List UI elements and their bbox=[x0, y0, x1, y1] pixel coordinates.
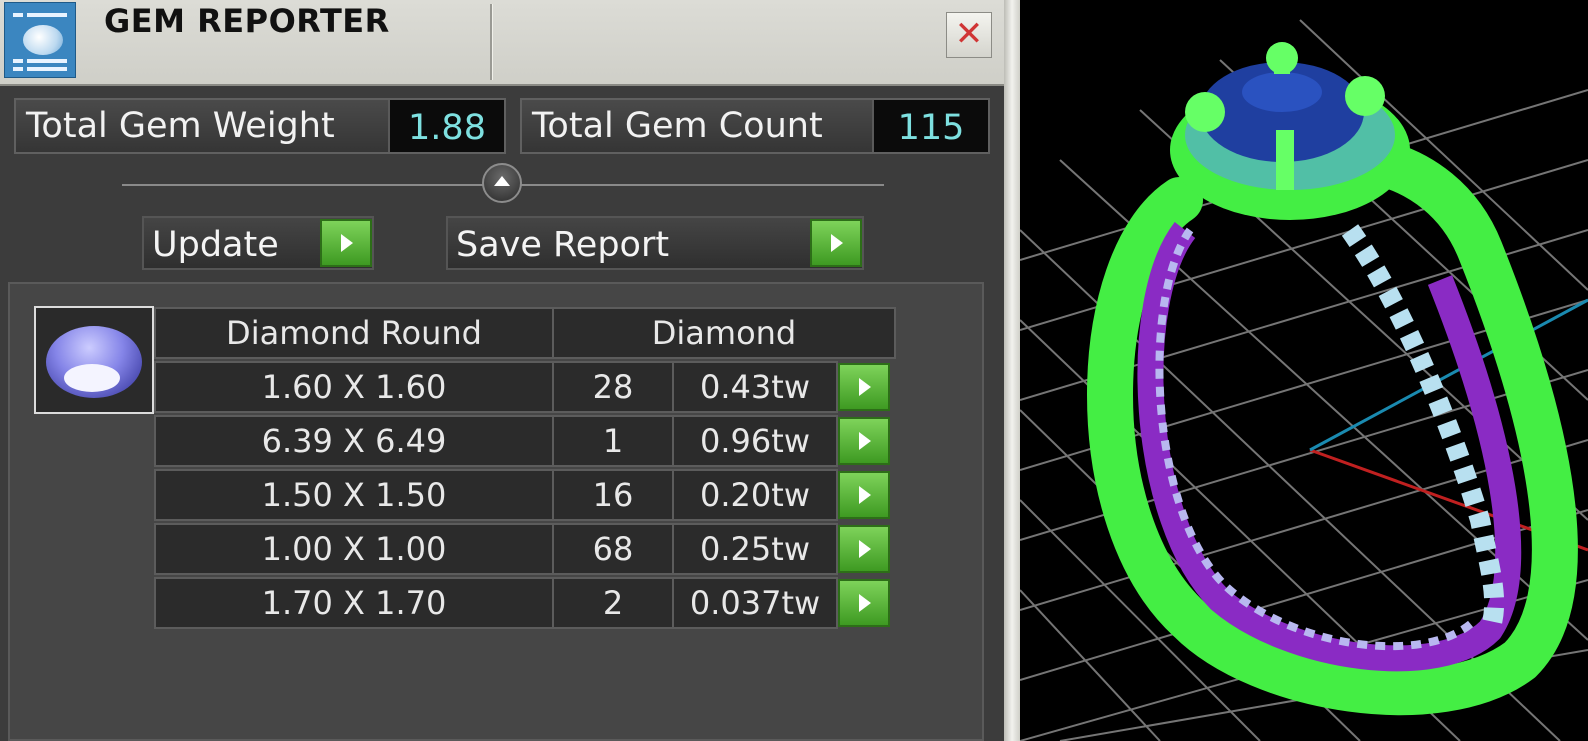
gem-weight-cell: 0.037tw bbox=[672, 577, 838, 629]
save-report-button[interactable]: Save Report bbox=[446, 216, 864, 270]
gem-size-cell: 6.39 X 6.49 bbox=[154, 415, 554, 467]
close-icon: ✕ bbox=[954, 14, 984, 54]
3d-viewport[interactable] bbox=[1020, 0, 1588, 741]
row-play-arrow-icon[interactable] bbox=[838, 579, 890, 627]
close-button[interactable]: ✕ bbox=[946, 12, 992, 58]
diamond-round-icon[interactable] bbox=[34, 306, 154, 414]
total-gem-weight: Total Gem Weight 1.88 bbox=[14, 98, 506, 154]
row-play-arrow-icon[interactable] bbox=[838, 471, 890, 519]
gem-count-cell: 1 bbox=[552, 415, 674, 467]
row-play-arrow-icon[interactable] bbox=[838, 363, 890, 411]
gem-weight-cell: 0.96tw bbox=[672, 415, 838, 467]
gem-weight-cell: 0.25tw bbox=[672, 523, 838, 575]
update-button[interactable]: Update bbox=[142, 216, 374, 270]
total-gem-count-value: 115 bbox=[874, 100, 988, 152]
window-title: GEM REPORTER bbox=[104, 2, 390, 40]
panel-splitter[interactable] bbox=[1004, 0, 1020, 741]
total-gem-weight-label: Total Gem Weight bbox=[16, 100, 390, 152]
collapse-button[interactable] bbox=[482, 163, 522, 203]
row-play-arrow-icon[interactable] bbox=[838, 417, 890, 465]
update-label: Update bbox=[152, 225, 279, 265]
gem-count-cell: 68 bbox=[552, 523, 674, 575]
gem-size-cell: 1.60 X 1.60 bbox=[154, 361, 554, 413]
gem-count-cell: 2 bbox=[552, 577, 674, 629]
ring-render bbox=[1020, 19, 1588, 741]
gem-reporter-app-icon bbox=[4, 2, 76, 78]
save-report-label: Save Report bbox=[456, 225, 670, 265]
gem-size-cell: 1.50 X 1.50 bbox=[154, 469, 554, 521]
gem-size-cell: 1.00 X 1.00 bbox=[154, 523, 554, 575]
gem-shape-header: Diamond Round bbox=[154, 307, 554, 359]
gem-material-header: Diamond bbox=[552, 307, 896, 359]
save-report-play-arrow-icon[interactable] bbox=[810, 219, 862, 267]
update-play-arrow-icon[interactable] bbox=[320, 219, 372, 267]
row-play-arrow-icon[interactable] bbox=[838, 525, 890, 573]
gem-reporter-panel: GEM REPORTER ✕ Total Gem Weight 1.88 Tot… bbox=[0, 0, 1020, 741]
gem-count-cell: 16 bbox=[552, 469, 674, 521]
ring-band bbox=[1087, 135, 1578, 716]
total-gem-weight-value: 1.88 bbox=[390, 100, 504, 152]
gem-count-cell: 28 bbox=[552, 361, 674, 413]
title-divider bbox=[490, 4, 493, 80]
total-gem-count-label: Total Gem Count bbox=[522, 100, 874, 152]
title-bar: GEM REPORTER ✕ bbox=[0, 0, 1020, 86]
gem-size-cell: 1.70 X 1.70 bbox=[154, 577, 554, 629]
ring-head bbox=[1170, 42, 1410, 220]
total-gem-count: Total Gem Count 115 bbox=[520, 98, 990, 154]
gem-weight-cell: 0.43tw bbox=[672, 361, 838, 413]
collapse-arrow-icon bbox=[494, 176, 510, 186]
gem-weight-cell: 0.20tw bbox=[672, 469, 838, 521]
